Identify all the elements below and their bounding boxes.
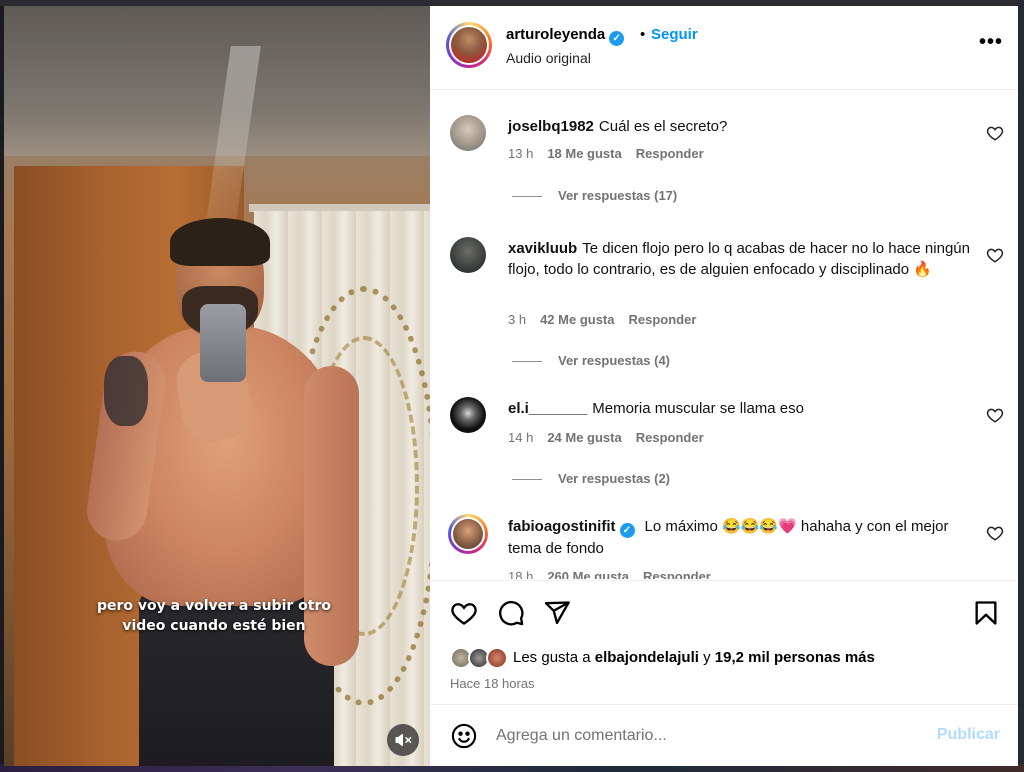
comment-time[interactable]: 18 h — [508, 569, 533, 579]
person-hair — [170, 218, 270, 266]
comment-username[interactable]: joselbq1982 — [508, 118, 594, 135]
reply-button[interactable]: Responder — [636, 146, 704, 161]
view-replies-button[interactable]: Ver respuestas (4) — [512, 353, 670, 368]
comment-text: Cuál es el secreto? — [598, 118, 728, 135]
reply-button[interactable]: Responder — [636, 430, 704, 445]
comment-avatar[interactable] — [448, 514, 488, 554]
more-options-icon[interactable]: ••• — [978, 32, 1004, 58]
likes-middle: y — [698, 649, 715, 666]
view-replies-label: Ver respuestas (2) — [558, 471, 671, 486]
comment-like-icon[interactable] — [986, 246, 1004, 264]
author-avatar-image — [449, 25, 489, 65]
person-tattoo — [104, 356, 148, 426]
comment-username[interactable]: el.i_______ — [508, 400, 587, 417]
comment-username[interactable]: fabioagostinifit ✓ — [508, 518, 640, 538]
comment-avatar[interactable] — [450, 397, 486, 433]
comment-avatar[interactable] — [450, 115, 486, 151]
likes-user[interactable]: elbajondelajuli — [595, 649, 699, 666]
likes-prefix: Les gusta a — [513, 649, 595, 666]
comment-text: Memoria muscular se llama eso — [592, 400, 804, 417]
comment-meta: 3 h 42 Me gusta Responder — [508, 312, 710, 327]
comment-meta: 14 h 24 Me gusta Responder — [508, 430, 718, 445]
comment-body: xavikluub Te dicen flojo pero lo q acabas… — [508, 238, 970, 280]
comment-like-icon[interactable] — [986, 124, 1004, 142]
verified-badge-icon: ✓ — [609, 31, 625, 46]
comment-body: joselbq1982 Cuál es el secreto? — [508, 116, 970, 137]
likes-text: Les gusta a elbajondelajuli y 19,2 mil p… — [513, 649, 875, 666]
comment-bubble-icon[interactable] — [497, 599, 525, 627]
video-caption-line-2: video cuando esté bien — [122, 618, 306, 634]
comment-like-icon[interactable] — [986, 406, 1004, 424]
author-username-text: arturoleyenda — [506, 26, 606, 43]
view-replies-button[interactable]: Ver respuestas (17) — [512, 188, 677, 203]
post-header: arturoleyenda ✓ • Seguir Audio original •… — [430, 6, 1018, 90]
comment-meta: 13 h 18 Me gusta Responder — [508, 146, 718, 161]
post-panel: arturoleyenda ✓ • Seguir Audio original •… — [430, 6, 1018, 766]
emoji-icon[interactable] — [450, 722, 478, 750]
publish-button[interactable]: Publicar — [937, 726, 1000, 744]
comment-time[interactable]: 13 h — [508, 146, 533, 161]
header-separator: • — [640, 26, 646, 43]
comments-list[interactable]: joselbq1982 Cuál es el secreto? 13 h 18 Me… — [430, 91, 1018, 579]
video-caption: pero voy a volver a subir otro video cua… — [64, 596, 364, 636]
comment-likes[interactable]: 42 Me gusta — [540, 312, 614, 327]
comment-likes[interactable]: 260 Me gusta — [547, 569, 629, 579]
comment-meta: 18 h 260 Me gusta Responder — [508, 569, 725, 579]
author-username[interactable]: arturoleyenda ✓ — [506, 26, 625, 46]
comment-likes[interactable]: 18 Me gusta — [547, 146, 621, 161]
comment-time[interactable]: 14 h — [508, 430, 533, 445]
view-replies-label: Ver respuestas (4) — [558, 353, 671, 368]
liker-avatar — [486, 647, 508, 669]
post-actions: Les gusta a elbajondelajuli y 19,2 mil p… — [430, 580, 1018, 700]
audio-link[interactable]: Audio original — [506, 50, 591, 66]
video-player[interactable]: pero voy a volver a subir otro video cua… — [4, 6, 430, 766]
comment-avatar[interactable] — [450, 237, 486, 273]
replies-divider — [512, 196, 542, 198]
comment-avatar-image — [451, 517, 485, 551]
likes-count[interactable]: 19,2 mil personas más — [715, 649, 875, 666]
add-comment-bar: Publicar — [430, 704, 1018, 766]
bookmark-icon[interactable] — [972, 599, 1000, 627]
comment-input[interactable] — [496, 723, 916, 749]
send-icon[interactable] — [543, 599, 571, 627]
view-replies-button[interactable]: Ver respuestas (2) — [512, 471, 670, 486]
comment-body: el.i_______ Memoria muscular se llama eso — [508, 398, 970, 419]
person-phone — [200, 304, 246, 382]
comment-like-icon[interactable] — [986, 524, 1004, 542]
reply-button[interactable]: Responder — [629, 312, 697, 327]
backdrop-right — [1018, 0, 1024, 772]
replies-divider — [512, 361, 542, 363]
comment-time[interactable]: 3 h — [508, 312, 526, 327]
comment-username[interactable]: xavikluub — [508, 240, 577, 257]
replies-divider — [512, 479, 542, 481]
video-ceiling — [4, 6, 430, 156]
author-avatar[interactable] — [446, 22, 492, 68]
follow-button[interactable]: Seguir — [651, 26, 698, 43]
video-caption-line-1: pero voy a volver a subir otro — [97, 598, 331, 614]
reply-button[interactable]: Responder — [643, 569, 711, 579]
comment-username-text: fabioagostinifit — [508, 518, 616, 535]
post-time[interactable]: Hace 18 horas — [450, 676, 535, 691]
view-replies-label: Ver respuestas (17) — [558, 188, 678, 203]
mute-button[interactable] — [387, 724, 419, 756]
verified-badge-icon: ✓ — [619, 523, 635, 538]
speaker-muted-icon — [395, 734, 412, 746]
heart-icon[interactable] — [450, 599, 478, 627]
comment-body: fabioagostinifit ✓ Lo máximo 😂😂😂💗 hahaha y… — [508, 516, 970, 559]
comment-likes[interactable]: 24 Me gusta — [547, 430, 621, 445]
comment-text: Te dicen flojo pero lo q acabas de hacer… — [508, 240, 970, 278]
